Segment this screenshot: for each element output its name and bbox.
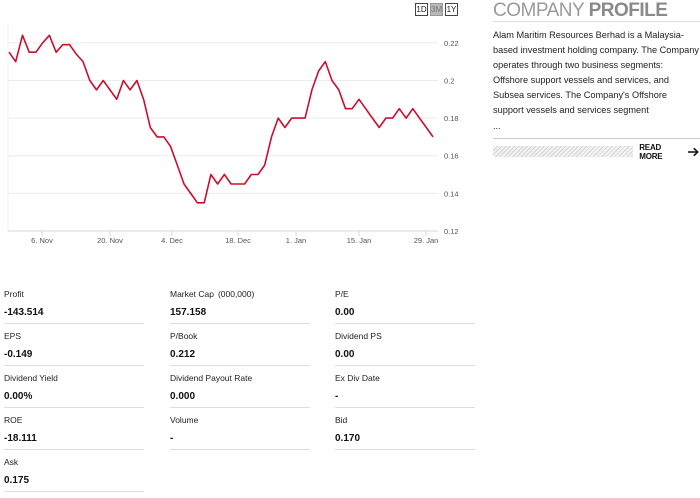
stat-label-text: P/E (335, 289, 349, 299)
range-button-1y[interactable]: 1Y (445, 3, 458, 16)
stat-divider (335, 407, 475, 408)
stat-divider (335, 449, 475, 450)
stat-label-text: Bid (335, 415, 348, 425)
y-tick-label: 0.18 (444, 114, 459, 123)
y-tick-label: 0.16 (444, 152, 459, 161)
stat-label: Volume (170, 414, 310, 426)
stat-label: Dividend Payout Rate (170, 372, 310, 384)
profile-heading: COMPANY PROFILE (493, 0, 700, 22)
stat-divider (335, 365, 475, 366)
x-tick-label: 18. Dec (225, 236, 251, 245)
read-more-link[interactable]: READ MORE (639, 143, 684, 161)
stat-value: - (170, 433, 174, 444)
x-tick-label: 4. Dec (161, 236, 183, 245)
stat-value: - (335, 391, 339, 402)
arrow-right-icon[interactable] (688, 147, 700, 157)
stat-label-text: Dividend Yield (4, 373, 58, 383)
x-tick-label: 20. Nov (97, 236, 123, 245)
stat-eps: EPS -0.149 (4, 330, 144, 366)
stat-label: Dividend PS (335, 330, 475, 342)
stat-profit: Profit -143.514 (4, 288, 144, 324)
stat-divider (4, 449, 144, 450)
stat-dividend-yield: Dividend Yield 0.00% (4, 372, 144, 408)
y-tick-label: 0.12 (444, 227, 459, 236)
company-profile-panel: COMPANY PROFILE Alam Maritim Resources B… (493, 0, 700, 161)
stat-value: 0.170 (335, 433, 361, 444)
stat-divider (4, 407, 144, 408)
stat-dividend-ps: Dividend PS 0.00 (335, 330, 475, 366)
range-button-3m[interactable]: 3M (430, 3, 443, 16)
price-chart-svg: 0.12 0.14 0.16 0.18 0.2 0.22 6. Nov 20. Nov 4. D… (7, 24, 459, 245)
stat-label: P/Book (170, 330, 310, 342)
stat-divider (335, 323, 475, 324)
stat-label: Ex Div Date (335, 372, 475, 384)
y-tick-label: 0.14 (444, 189, 459, 198)
stat-label: Dividend Yield (4, 372, 144, 384)
stat-label-text: Volume (170, 415, 199, 425)
stat-ask: Ask 0.175 (4, 456, 144, 492)
stat-unit: (000,000) (217, 289, 255, 299)
y-tick-label: 0.2 (444, 76, 454, 85)
profile-ellipsis: ... (493, 121, 501, 131)
stat-bid: Bid 0.170 (335, 414, 475, 450)
stat-label-text: Dividend PS (335, 331, 382, 341)
stat-label-text: Ask (4, 457, 19, 467)
profile-divider (493, 138, 700, 139)
stat-value: 0.000 (170, 391, 196, 402)
x-tick-label: 6. Nov (31, 236, 53, 245)
stat-divider (170, 365, 310, 366)
price-chart: 0.12 0.14 0.16 0.18 0.2 0.22 6. Nov 20. Nov 4. D… (0, 20, 466, 255)
stat-label: Ask (4, 456, 144, 468)
stat-label-text: Ex Div Date (335, 373, 380, 383)
stat-dividend-payout-rate: Dividend Payout Rate 0.000 (170, 372, 310, 408)
read-more-row: READ MORE (493, 143, 700, 161)
stat-divider (170, 449, 310, 450)
stat-label: EPS (4, 330, 144, 342)
x-tick-label: 1. Jan (286, 236, 306, 245)
price-series-line (8, 34, 434, 204)
stat-value: 0.00 (335, 349, 355, 360)
x-tick-label: 15. Jan (347, 236, 372, 245)
stat-label-text: Market Cap (170, 289, 214, 299)
x-tick-label: 29. Jan (414, 236, 439, 245)
stat-label: P/E (335, 288, 475, 300)
stat-p-e: P/E 0.00 (335, 288, 475, 324)
stat-label: Bid (335, 414, 475, 426)
stat-value: 0.175 (4, 475, 30, 486)
stat-value: 157.158 (170, 307, 207, 318)
stat-value: -18.111 (4, 433, 37, 444)
stat-label: Profit (4, 288, 144, 300)
stat-value: 0.00% (4, 391, 33, 402)
profile-description: Alam Maritim Resources Berhad is a Malay… (493, 30, 699, 115)
stat-value: 0.212 (170, 349, 196, 360)
range-selector: 1D 3M 1Y (415, 3, 458, 16)
stat-label-text: ROE (4, 415, 23, 425)
profile-heading-light: COMPANY (493, 0, 584, 21)
stat-volume: Volume - (170, 414, 310, 450)
stat-label: ROE (4, 414, 144, 426)
y-tick-label: 0.22 (444, 39, 459, 48)
stat-value: -0.149 (4, 349, 33, 360)
stat-roe: ROE -18.111 (4, 414, 144, 450)
stat-label-text: Profit (4, 289, 24, 299)
stat-p-book: P/Book 0.212 (170, 330, 310, 366)
stat-label-text: EPS (4, 331, 22, 341)
stat-label-text: P/Book (170, 331, 198, 341)
stat-divider (4, 365, 144, 366)
stat-divider (4, 491, 144, 492)
profile-heading-bold: PROFILE (588, 0, 668, 21)
stat-market-cap: Market Cap (000,000) 157.158 (170, 288, 310, 324)
stat-label: Market Cap (000,000) (170, 288, 310, 300)
stat-ex-div-date: Ex Div Date - (335, 372, 475, 408)
hatch-bar (493, 146, 634, 157)
stat-divider (170, 407, 310, 408)
stat-value: 0.00 (335, 307, 355, 318)
stat-label-text: Dividend Payout Rate (170, 373, 253, 383)
range-button-1d[interactable]: 1D (415, 3, 428, 16)
stat-divider (170, 323, 310, 324)
stat-value: -143.514 (4, 307, 44, 318)
stat-divider (4, 323, 144, 324)
